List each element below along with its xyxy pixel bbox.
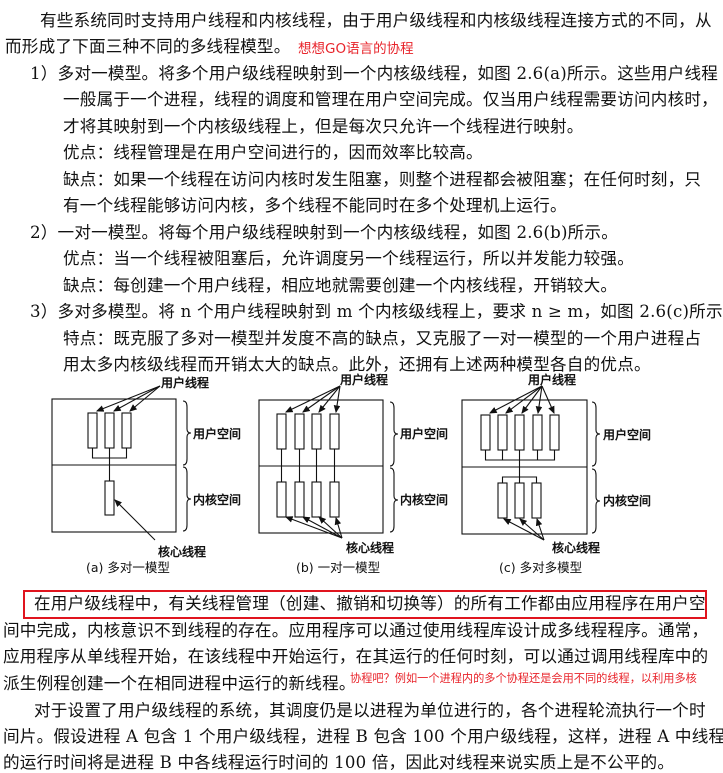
caption-b: (b) 一对一模型 — [296, 560, 380, 575]
kernel-threads-label-b: 核心线程 — [346, 540, 394, 555]
user-threads-label-c: 用户线程 — [527, 372, 576, 387]
diagram-many-to-one — [51, 385, 192, 541]
paragraph2-line1: 在用户级线程中，有关线程管理（创建、撤销和切换等）的所有工作都由应用程序在用户空 — [34, 594, 706, 613]
kernel-space-label-b: 内核空间 — [400, 492, 448, 507]
diagram-many-to-many — [461, 385, 601, 541]
user-space-label-c: 用户空间 — [602, 427, 651, 442]
kernel-space-label-c: 内核空间 — [603, 493, 651, 508]
user-space-label-a: 用户空间 — [192, 426, 241, 441]
paragraph2-line3: 应用程序从单线程开始，在该线程中开始运行，在其运行的任何时刻，可以通过调用线程库… — [3, 647, 709, 666]
kernel-threads-label-a: 核心线程 — [158, 544, 206, 559]
paragraph2-line2: 间中完成，内核意识不到线程的存在。应用程序可以通过使用线程库设计成多线程程序。通… — [3, 621, 709, 640]
caption-a: (a) 多对一模型 — [86, 560, 170, 575]
paragraph3-line1: 对于设置了用户级线程的系统，其调度仍是以进程为单位进行的，各个进程轮流执行一个时 — [34, 701, 706, 720]
user-threads-label-a: 用户线程 — [160, 375, 209, 390]
paragraph3-line2: 间片。假设进程 A 包含 1 个用户级线程，进程 B 包含 100 个用户级线程… — [3, 727, 723, 746]
user-space-label-b: 用户空间 — [399, 426, 448, 441]
kernel-threads-label-c: 核心线程 — [552, 540, 600, 555]
user-threads-label-b: 用户线程 — [339, 372, 388, 387]
paragraph3-line3: 的运行时间将是进程 B 中各线程运行时间的 100 倍，因此对线程来说实质上是不… — [3, 753, 675, 772]
paragraph2-line4: 派生例程创建一个在相同进程中运行的新线程。 — [3, 674, 356, 693]
caption-c: (c) 多对多模型 — [499, 560, 582, 575]
kernel-space-label-a: 内核空间 — [193, 492, 241, 507]
annotation-note-2: 协程吧？例如一个进程内的多个协程还是会用不同的线程，以利用多核 — [350, 672, 697, 685]
diagram-one-to-one — [258, 385, 399, 539]
